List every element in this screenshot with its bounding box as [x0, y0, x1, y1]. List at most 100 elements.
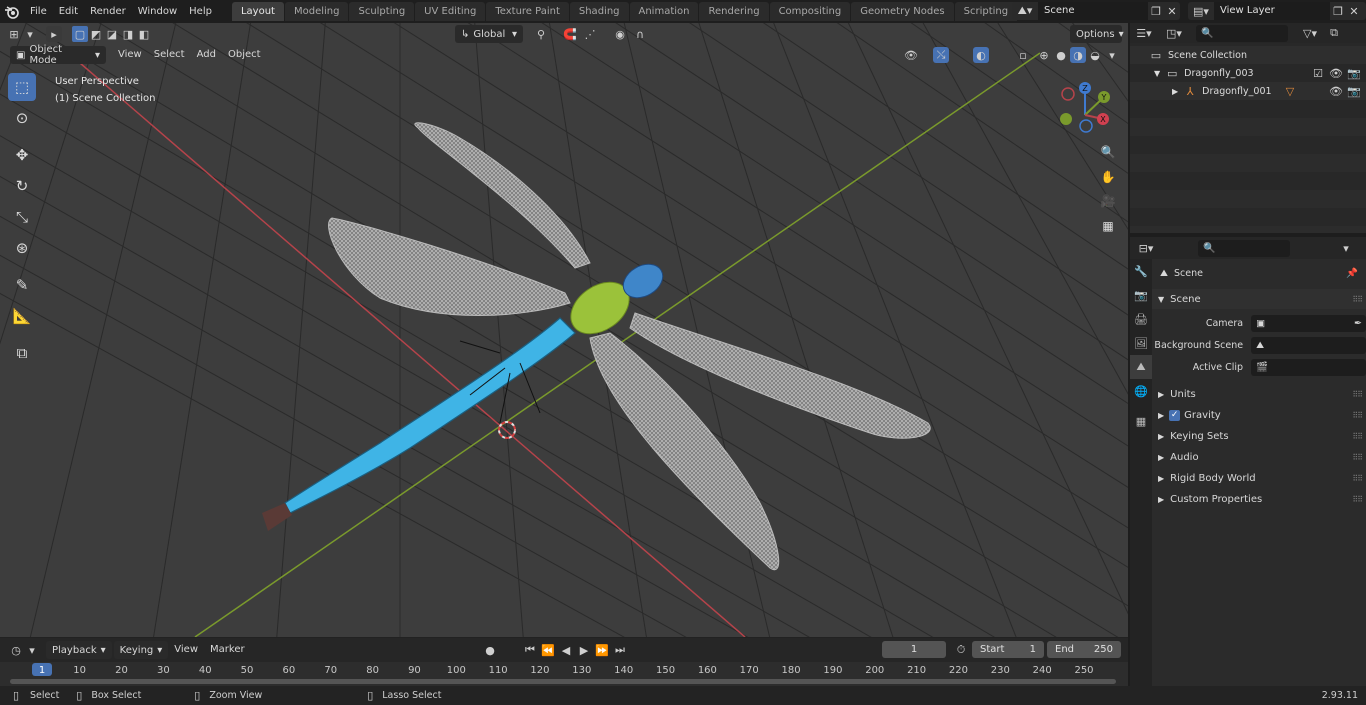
- drag-handle-icon[interactable]: ⠿⠿: [1352, 295, 1363, 304]
- xray-icon[interactable]: ▫: [1015, 47, 1031, 63]
- 3d-viewport[interactable]: ⊞ ▾ ▸ ▢ ◩ ◪ ◨ ◧ ↳ Global ▾ ⚲ 🧲 ⋰ ◉ ∩ Opt…: [0, 23, 1128, 637]
- outliner-row-object[interactable]: ▶ ⅄ Dragonfly_001 ▽ 👁 📷: [1130, 82, 1366, 100]
- play-reverse-icon[interactable]: ◀: [558, 642, 574, 658]
- current-frame-field[interactable]: 1: [882, 641, 946, 658]
- background-scene-field[interactable]: ⛰: [1251, 336, 1366, 354]
- drag-handle-icon[interactable]: ⠿⠿: [1352, 390, 1363, 399]
- close-icon[interactable]: ✕: [1346, 3, 1362, 19]
- units-panel-header[interactable]: ▶ Units ⠿⠿: [1152, 384, 1366, 404]
- filter-icon[interactable]: ▽▾: [1302, 25, 1318, 41]
- display-mode-icon[interactable]: ◳▾: [1166, 25, 1182, 41]
- rotate-tool-icon[interactable]: ↻: [8, 172, 36, 200]
- jump-end-icon[interactable]: ⏭: [612, 642, 628, 658]
- tab-geometry-nodes[interactable]: Geometry Nodes: [851, 2, 954, 21]
- copy-view-layer-icon[interactable]: ❐: [1330, 3, 1346, 19]
- orthographic-grid-icon[interactable]: ▦: [1097, 215, 1119, 237]
- scene-tab-icon[interactable]: ⛰: [1130, 355, 1152, 379]
- navigation-gizmo[interactable]: Z Y X: [1058, 81, 1116, 139]
- editor-type-icon[interactable]: ⊞: [6, 26, 22, 42]
- timeline-ruler[interactable]: 1 10 20 30 40 50 60 70 80 90 100 110 120 130 140 150 160…: [0, 662, 1128, 687]
- marker-menu[interactable]: Marker: [204, 641, 251, 659]
- transform-tool-icon[interactable]: ⊛: [8, 234, 36, 262]
- camera-view-icon[interactable]: 🎥: [1097, 190, 1119, 212]
- wireframe-shading-icon[interactable]: ⊕: [1036, 47, 1052, 63]
- jump-start-icon[interactable]: ⏮: [522, 642, 538, 658]
- drag-handle-icon[interactable]: ⠿⠿: [1352, 495, 1363, 504]
- overlays-icon[interactable]: ◐: [973, 47, 989, 63]
- select-subtract-icon[interactable]: ◪: [104, 26, 120, 42]
- mesh-data-icon[interactable]: ▽: [1282, 83, 1298, 99]
- menu-select[interactable]: Select: [148, 46, 191, 64]
- next-keyframe-icon[interactable]: ⏩: [594, 642, 610, 658]
- tab-animation[interactable]: Animation: [629, 2, 699, 21]
- visibility-icon[interactable]: 👁: [903, 47, 919, 63]
- new-collection-icon[interactable]: ⧉: [1326, 25, 1342, 41]
- outliner-editor-icon[interactable]: ☰▾: [1136, 25, 1152, 41]
- chevron-down-icon[interactable]: ▾: [24, 642, 40, 658]
- select-extend-icon[interactable]: ◩: [88, 26, 104, 42]
- playback-menu[interactable]: Playback ▾: [46, 641, 112, 659]
- outliner-row-collection[interactable]: ▼ ▭ Dragonfly_003 ☑ 👁 📷: [1130, 64, 1366, 82]
- prev-keyframe-icon[interactable]: ⏪: [540, 642, 556, 658]
- outliner-row-scene-collection[interactable]: ▭ Scene Collection: [1130, 46, 1366, 64]
- custom-properties-panel-header[interactable]: ▶ Custom Properties ⠿⠿: [1152, 489, 1366, 509]
- tab-modeling[interactable]: Modeling: [284, 2, 349, 21]
- tab-sculpting[interactable]: Sculpting: [349, 2, 415, 21]
- keying-sets-panel-header[interactable]: ▶ Keying Sets ⠿⠿: [1152, 426, 1366, 446]
- outliner-search-input[interactable]: 🔍: [1196, 24, 1288, 42]
- material-shading-icon[interactable]: ◑: [1070, 47, 1086, 63]
- close-icon[interactable]: ✕: [1164, 3, 1180, 19]
- transform-orientation-dropdown[interactable]: ↳ Global ▾: [455, 25, 523, 43]
- options-dropdown[interactable]: Options ▾: [1070, 25, 1124, 43]
- gravity-checkbox[interactable]: ✓: [1169, 409, 1181, 421]
- menu-help[interactable]: Help: [183, 2, 218, 21]
- tab-scripting[interactable]: Scripting: [954, 2, 1018, 21]
- menu-add[interactable]: Add: [191, 46, 222, 64]
- view-layer-tab-icon[interactable]: 🖼: [1130, 331, 1152, 355]
- timeline-view-menu[interactable]: View: [168, 641, 204, 659]
- record-icon[interactable]: ●: [482, 642, 498, 658]
- menu-window[interactable]: Window: [132, 2, 183, 21]
- scene-selector[interactable]: ⛰▾ Scene ❐ ✕: [1012, 2, 1180, 20]
- expand-arrow-icon[interactable]: ▼: [1154, 69, 1160, 78]
- timeline-editor-icon[interactable]: ◷: [8, 642, 24, 658]
- zoom-icon[interactable]: 🔍: [1097, 141, 1119, 163]
- rendered-shading-icon[interactable]: ◒: [1087, 47, 1103, 63]
- snap-icon[interactable]: 🧲: [562, 26, 578, 42]
- copy-scene-icon[interactable]: ❐: [1148, 3, 1164, 19]
- menu-file[interactable]: File: [24, 2, 53, 21]
- drag-handle-icon[interactable]: ⠿⠿: [1352, 432, 1363, 441]
- annotate-tool-icon[interactable]: ✎: [8, 271, 36, 299]
- stopwatch-icon[interactable]: ⏱: [953, 642, 969, 658]
- chevron-down-icon[interactable]: ▾: [1338, 240, 1354, 256]
- properties-search-input[interactable]: 🔍: [1198, 239, 1290, 257]
- mode-dropdown[interactable]: ▣ Object Mode ▾: [10, 44, 106, 66]
- drag-handle-icon[interactable]: ⠿⠿: [1352, 474, 1363, 483]
- select-tool-icon[interactable]: ▸: [46, 26, 62, 42]
- blender-logo-icon[interactable]: [0, 2, 24, 22]
- select-invert-icon[interactable]: ◨: [120, 26, 136, 42]
- pivot-point-icon[interactable]: ⚲: [533, 26, 549, 42]
- end-frame-field[interactable]: End 250: [1047, 641, 1121, 658]
- select-intersect-icon[interactable]: ◧: [136, 26, 152, 42]
- drag-handle-icon[interactable]: ⠿⠿: [1352, 453, 1363, 462]
- eye-icon[interactable]: 👁: [1328, 83, 1344, 99]
- rigid-body-world-panel-header[interactable]: ▶ Rigid Body World ⠿⠿: [1152, 468, 1366, 488]
- snap-target-icon[interactable]: ⋰: [582, 26, 598, 42]
- view-layer-selector[interactable]: ▤▾ View Layer ❐ ✕: [1188, 2, 1366, 20]
- drag-handle-icon[interactable]: ⠿⠿: [1352, 411, 1363, 420]
- pin-icon[interactable]: 📌: [1346, 268, 1358, 279]
- exclude-checkbox-icon[interactable]: ☑: [1310, 65, 1326, 81]
- tab-texture-paint[interactable]: Texture Paint: [486, 2, 569, 21]
- timeline-scrollbar[interactable]: [10, 679, 1116, 684]
- tab-shading[interactable]: Shading: [569, 2, 629, 21]
- view-layer-field[interactable]: View Layer: [1214, 2, 1330, 20]
- scene-name-field[interactable]: Scene: [1038, 2, 1148, 20]
- scene-panel-header[interactable]: ▼ Scene ⠿⠿: [1152, 289, 1366, 309]
- chevron-down-icon[interactable]: ▾: [22, 26, 38, 42]
- gravity-panel-header[interactable]: ▶ ✓ Gravity ⠿⠿: [1152, 405, 1366, 425]
- solid-shading-icon[interactable]: ●: [1053, 47, 1069, 63]
- tab-layout[interactable]: Layout: [231, 2, 284, 21]
- texture-tab-icon[interactable]: ▦: [1130, 409, 1152, 433]
- render-camera-icon[interactable]: 📷: [1346, 83, 1362, 99]
